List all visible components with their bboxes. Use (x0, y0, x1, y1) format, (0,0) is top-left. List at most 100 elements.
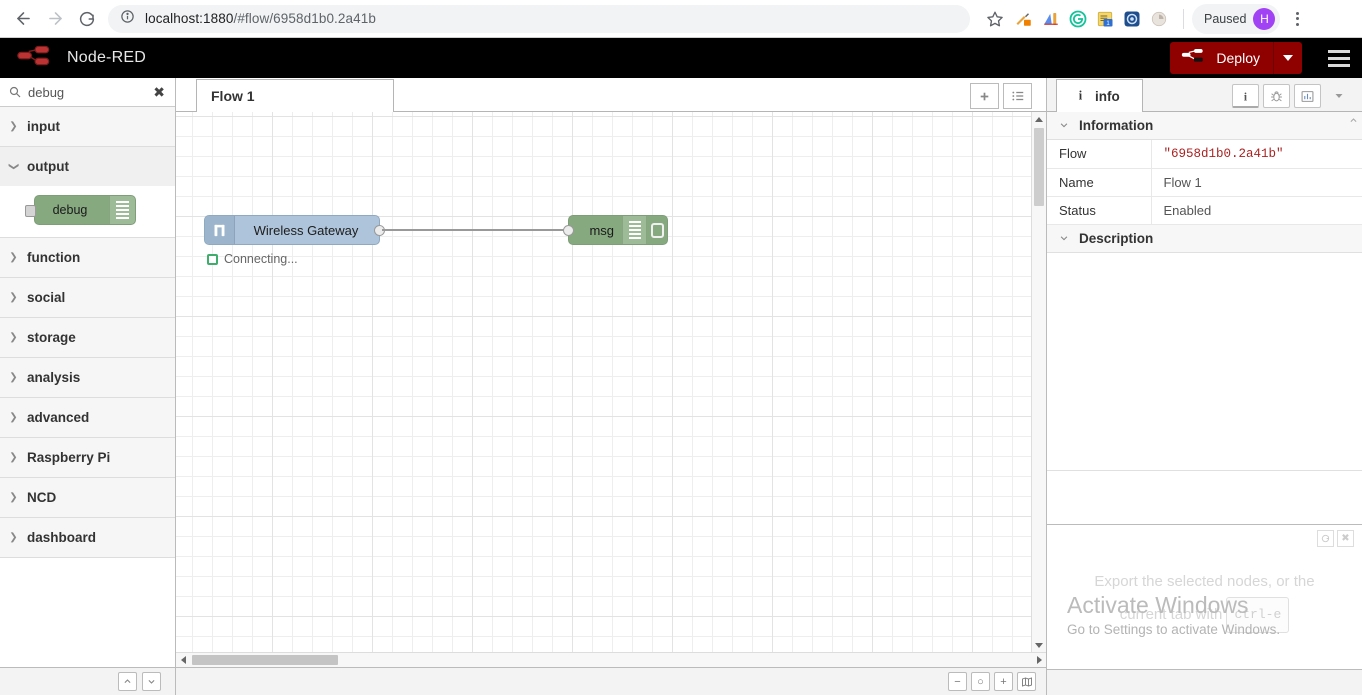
avatar[interactable]: H (1253, 7, 1276, 30)
palette-category-header[interactable]: ❯ input (0, 107, 175, 146)
sidebar-footer (1047, 669, 1362, 695)
palette-category-header[interactable]: ❯ social (0, 278, 175, 317)
chevron-down-icon: ❯ (8, 162, 19, 171)
palette-category-header[interactable]: ❯ Raspberry Pi (0, 438, 175, 477)
search-input[interactable]: debug (28, 85, 151, 100)
flow-node-debug[interactable]: msg (563, 215, 668, 245)
scroll-right-arrow-icon[interactable] (1032, 653, 1046, 667)
palette-category-label: advanced (27, 410, 90, 425)
export-hint-text: current tab with (1119, 605, 1223, 623)
back-arrow-icon[interactable] (8, 4, 38, 34)
clear-icon[interactable]: ✖ (151, 85, 167, 99)
flow-tab-flow-1[interactable]: Flow 1 (196, 79, 394, 112)
clock-extension-icon[interactable] (1149, 9, 1169, 29)
forward-arrow-icon[interactable] (40, 4, 70, 34)
chevron-right-icon: ❯ (9, 492, 18, 503)
chevron-right-icon: ❯ (9, 452, 18, 463)
export-panel-tools: ✖ (1317, 530, 1354, 547)
chevron-down-icon[interactable] (142, 672, 161, 691)
chevron-right-icon: ❯ (9, 412, 18, 423)
node-input-port (25, 205, 36, 217)
sidebar-tab-label: info (1095, 88, 1120, 104)
palette-category-header[interactable]: ❯ dashboard (0, 518, 175, 557)
palette-category-header[interactable]: ❯ NCD (0, 478, 175, 517)
chevron-right-icon: ❯ (9, 252, 18, 263)
sidebar-tab-info[interactable]: i info (1056, 79, 1143, 112)
palette-category-label: social (27, 290, 66, 305)
navigator-map-icon[interactable] (1017, 672, 1036, 691)
deploy-button[interactable]: Deploy (1170, 42, 1274, 74)
table-row: Flow "6958d1b0.2a41b" (1047, 140, 1362, 168)
flow-node-wireless-gateway[interactable]: Wireless Gateway (204, 215, 385, 245)
chevron-up-icon[interactable] (118, 672, 137, 691)
chevron-down-icon[interactable] (1325, 84, 1352, 108)
palette-node-debug[interactable]: debug (25, 195, 136, 225)
browser-extensions: 1 (1014, 9, 1175, 29)
status-label: Connecting... (224, 252, 298, 266)
zoom-out-button[interactable]: − (948, 672, 967, 691)
vertical-scroll-thumb[interactable] (1034, 128, 1044, 206)
canvas-vertical-scrollbar[interactable] (1031, 112, 1046, 652)
description-section-header[interactable]: Description (1047, 224, 1362, 253)
zoom-reset-button[interactable]: ○ (971, 672, 990, 691)
node-input-port[interactable] (563, 225, 574, 236)
information-section-header[interactable]: Information (1047, 112, 1362, 140)
node-palette: debug ✖ ❯ input ❯ output debug ❯ functio… (0, 78, 176, 695)
node-red-header: Node-RED Deploy (0, 38, 1362, 78)
flow-canvas[interactable]: Wireless Gateway msg Connecting... (176, 112, 1046, 652)
deploy-button-group: Deploy (1170, 42, 1302, 74)
canvas-grid (176, 112, 1046, 652)
palette-search-bar[interactable]: debug ✖ (0, 78, 175, 107)
palette-category-header[interactable]: ❯ analysis (0, 358, 175, 397)
reload-icon[interactable] (72, 4, 102, 34)
property-value: "6958d1b0.2a41b" (1163, 146, 1284, 161)
palette-category-header[interactable]: ❯ function (0, 238, 175, 277)
site-info-icon[interactable] (120, 9, 135, 29)
list-icon[interactable] (1003, 83, 1032, 109)
scroll-left-arrow-icon[interactable] (176, 653, 190, 667)
app-title: Node-RED (67, 49, 146, 66)
bar-chart-icon[interactable] (1294, 84, 1321, 108)
flow-wire[interactable] (382, 229, 572, 231)
flow-tab-label: Flow 1 (211, 88, 255, 104)
horizontal-scroll-thumb[interactable] (192, 655, 338, 665)
palette-category-header[interactable]: ❯ storage (0, 318, 175, 357)
canvas-horizontal-scrollbar[interactable] (176, 652, 1046, 667)
scroll-up-arrow-icon[interactable] (1032, 112, 1046, 126)
palette-category-header[interactable]: ❯ output (0, 147, 175, 186)
deploy-label: Deploy (1216, 50, 1260, 66)
address-bar[interactable]: localhost:1880/#flow/6958d1b0.2a41b (108, 4, 970, 33)
palette-category-label: analysis (27, 370, 81, 385)
browser-nav-buttons (0, 4, 102, 34)
zoom-in-button[interactable]: + (994, 672, 1013, 691)
close-icon[interactable]: ✖ (1337, 530, 1354, 547)
kebab-menu-icon[interactable] (1284, 4, 1310, 34)
eyedropper-extension-icon[interactable] (1014, 9, 1034, 29)
measure-extension-icon[interactable] (1041, 9, 1061, 29)
recorder-extension-icon[interactable] (1122, 9, 1142, 29)
sidebar-scroll-up-icon[interactable] (1348, 116, 1359, 128)
profile-chip[interactable]: Paused H (1192, 3, 1281, 34)
star-icon[interactable] (980, 4, 1010, 34)
info-tab-button[interactable]: i (1232, 84, 1259, 108)
table-row: Name Flow 1 (1047, 168, 1362, 196)
palette-category-header[interactable]: ❯ advanced (0, 398, 175, 437)
property-key: Name (1047, 168, 1152, 196)
notes-extension-icon[interactable]: 1 (1095, 9, 1115, 29)
hamburger-menu-icon[interactable] (1316, 38, 1362, 78)
sidebar-body: Information Flow "6958d1b0.2a41b" Name F… (1047, 112, 1362, 524)
palette-category-label: storage (27, 330, 76, 345)
info-icon: i (1075, 88, 1086, 105)
palette-category-raspberry-pi: ❯ Raspberry Pi (0, 438, 175, 478)
refresh-icon[interactable] (1317, 530, 1334, 547)
info-sidebar: i info i Information Flow "6958d1b0.2a41… (1046, 78, 1362, 695)
plus-icon[interactable] (970, 83, 999, 109)
flow-tabbar: Flow 1 (176, 78, 1046, 112)
bug-icon[interactable] (1263, 84, 1290, 108)
grammarly-extension-icon[interactable] (1068, 9, 1088, 29)
property-value: Flow 1 (1163, 174, 1202, 190)
chevron-down-icon[interactable] (1274, 42, 1302, 74)
scroll-down-arrow-icon[interactable] (1032, 638, 1046, 652)
debug-toggle-button[interactable] (646, 216, 667, 244)
canvas-footer-toolbar: − ○ + (176, 667, 1046, 695)
